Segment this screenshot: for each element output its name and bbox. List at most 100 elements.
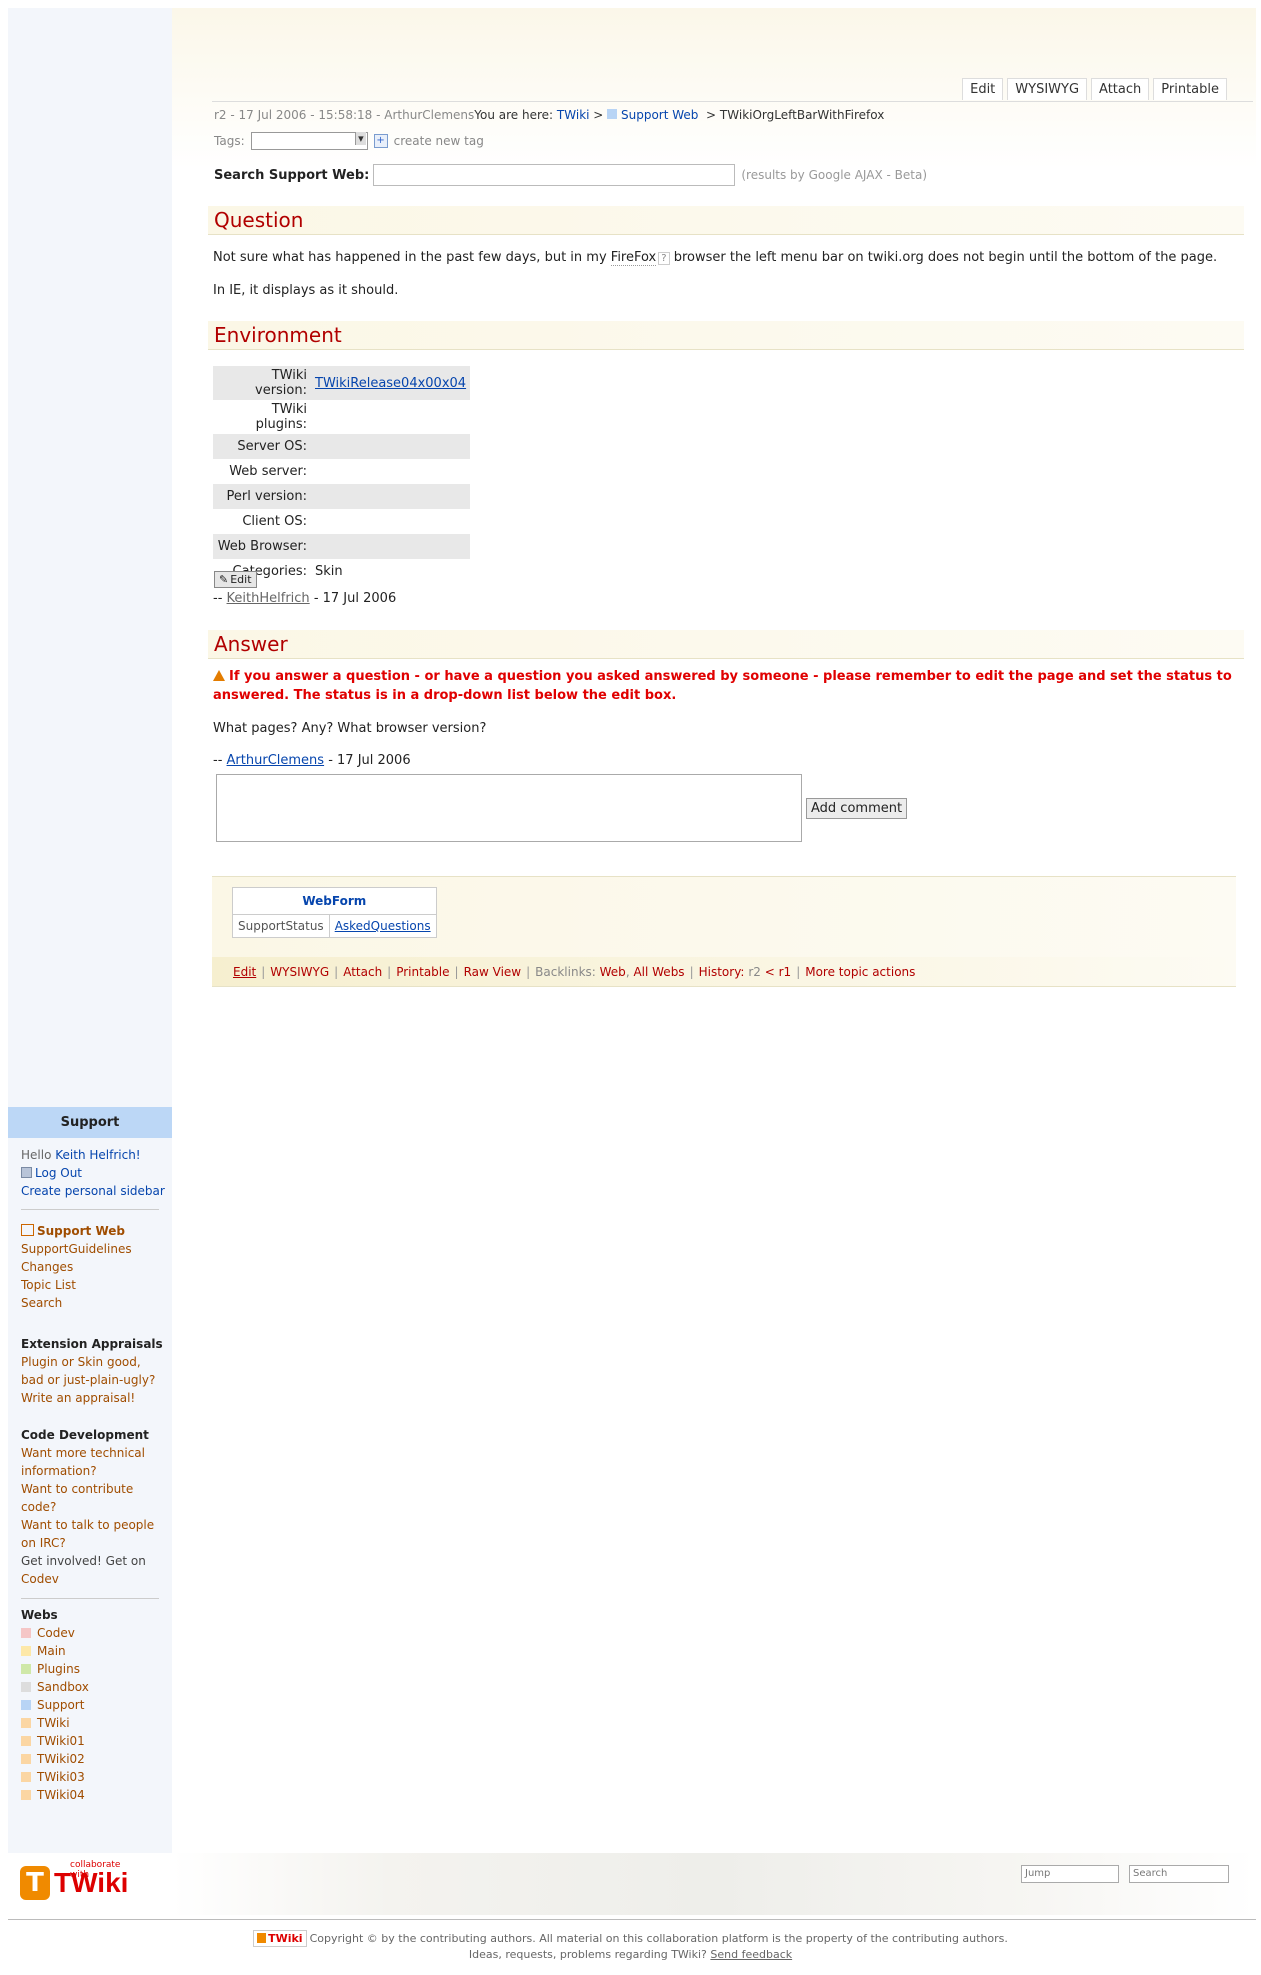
web-link[interactable]: Support bbox=[37, 1696, 84, 1714]
web-form-table: WebForm SupportStatus AskedQuestions bbox=[232, 887, 437, 938]
send-feedback-link[interactable]: Send feedback bbox=[710, 1948, 792, 1961]
table-row: Server OS: bbox=[213, 434, 471, 459]
backlinks-label: Backlinks: bbox=[535, 964, 596, 979]
support-web-link[interactable]: Support Web bbox=[37, 1224, 125, 1238]
web-link[interactable]: TWiki bbox=[37, 1714, 70, 1732]
twiki-logo[interactable]: collaborate with T TWiki bbox=[20, 1860, 128, 1900]
sig-date: - 17 Jul 2006 bbox=[328, 753, 411, 768]
edit-tab[interactable]: Edit bbox=[962, 78, 1004, 100]
code-dev-link[interactable]: Want to contribute bbox=[21, 1482, 133, 1496]
sidebar-web-item[interactable]: TWiki04 bbox=[21, 1786, 89, 1804]
search-input[interactable] bbox=[373, 164, 736, 186]
codev-link[interactable]: Codev bbox=[21, 1572, 59, 1586]
web-link[interactable]: Plugins bbox=[37, 1660, 80, 1678]
crumb-twiki[interactable]: TWiki bbox=[557, 108, 590, 122]
sidebar-header: Support bbox=[8, 1107, 172, 1138]
author-link[interactable]: KeithHelfrich bbox=[227, 591, 310, 606]
code-dev-link[interactable]: Want more technical bbox=[21, 1446, 145, 1460]
asked-questions-link[interactable]: AskedQuestions bbox=[335, 919, 431, 933]
sidebar-web-item[interactable]: TWiki02 bbox=[21, 1750, 89, 1768]
web-link[interactable]: TWiki02 bbox=[37, 1750, 85, 1768]
tags-select[interactable] bbox=[250, 132, 368, 150]
logo-tagline: collaborate with bbox=[70, 1860, 121, 1880]
write-appraisal-link[interactable]: Write an appraisal! bbox=[21, 1391, 135, 1405]
code-dev-link[interactable]: information? bbox=[21, 1464, 97, 1478]
answer-signature: -- ArthurClemens - 17 Jul 2006 bbox=[213, 753, 411, 768]
search-label: Search Support Web: bbox=[214, 167, 370, 183]
web-color-icon bbox=[21, 1772, 31, 1782]
history-link[interactable]: History: bbox=[699, 965, 745, 979]
bottom-printable-link[interactable]: Printable bbox=[396, 965, 449, 979]
revision-prev-link[interactable]: < bbox=[765, 965, 775, 979]
create-topic-link[interactable]: ? bbox=[658, 252, 670, 265]
form-field-value: AskedQuestions bbox=[328, 914, 437, 938]
web-form-title[interactable]: WebForm bbox=[232, 887, 437, 915]
attach-tab[interactable]: Attach bbox=[1091, 78, 1150, 100]
code-dev-link[interactable]: code? bbox=[21, 1500, 56, 1514]
home-icon bbox=[21, 1224, 34, 1236]
sidebar-extensions-block: Extension Appraisals Plugin or Skin good… bbox=[21, 1335, 163, 1407]
comment-textarea[interactable] bbox=[216, 774, 802, 842]
web-color-icon bbox=[21, 1700, 31, 1710]
table-row: TWiki plugins: bbox=[213, 400, 470, 434]
sidebar-web-item[interactable]: TWiki03 bbox=[21, 1768, 89, 1786]
env-value bbox=[311, 534, 471, 559]
bottom-edit-label: Edit bbox=[233, 964, 257, 979]
edit-form-button[interactable]: ✎ Edit bbox=[214, 571, 257, 588]
web-link[interactable]: TWiki01 bbox=[37, 1732, 85, 1750]
backlinks-all-webs-link[interactable]: All Webs bbox=[633, 965, 684, 979]
extensions-link[interactable]: bad or just-plain-ugly? bbox=[21, 1373, 155, 1387]
backlinks-web-link[interactable]: Web bbox=[600, 965, 626, 979]
add-tag-icon[interactable]: + bbox=[373, 134, 388, 148]
table-row: Perl version: bbox=[213, 484, 471, 509]
revision-info: r2 - 17 Jul 2006 - 15:58:18 - ArthurClem… bbox=[214, 108, 475, 122]
answer-section: Answer bbox=[208, 630, 1244, 659]
sidebar-item-topic-list[interactable]: Topic List bbox=[21, 1278, 76, 1292]
jump-input[interactable]: Jump bbox=[1021, 1865, 1119, 1883]
personal-sidebar-link[interactable]: Create personal sidebar bbox=[21, 1184, 165, 1198]
topic-action-tabs: Edit WYSIWYG Attach Printable bbox=[962, 78, 1227, 100]
current-topic: TWikiOrgLeftBarWithFirefox bbox=[719, 108, 885, 122]
sidebar-web-item[interactable]: Main bbox=[21, 1642, 89, 1660]
code-dev-link[interactable]: on IRC? bbox=[21, 1536, 66, 1550]
bottom-attach-link[interactable]: Attach bbox=[343, 965, 382, 979]
printable-tab[interactable]: Printable bbox=[1153, 78, 1227, 100]
sidebar-web-item[interactable]: Sandbox bbox=[21, 1678, 89, 1696]
user-link[interactable]: Keith Helfrich! bbox=[55, 1148, 140, 1162]
bottom-action-bar: Edit | WYSIWYG | Attach | Printable | Raw Vi… bbox=[212, 957, 1236, 987]
sidebar-item-search[interactable]: Search bbox=[21, 1296, 62, 1310]
sidebar-item-changes[interactable]: Changes bbox=[21, 1260, 73, 1274]
footer-band bbox=[172, 1853, 1256, 1915]
web-link[interactable]: Sandbox bbox=[37, 1678, 89, 1696]
more-topic-actions-link[interactable]: More topic actions bbox=[805, 965, 915, 979]
sidebar-web-item[interactable]: Support bbox=[21, 1696, 89, 1714]
bottom-raw-view-link[interactable]: Raw View bbox=[464, 965, 522, 979]
crumb-support-web[interactable]: Support Web bbox=[621, 108, 698, 122]
firefox-link[interactable]: FireFox bbox=[610, 250, 657, 266]
extensions-link[interactable]: Plugin or Skin good, bbox=[21, 1355, 141, 1369]
bottom-wysiwyg-link[interactable]: WYSIWYG bbox=[270, 965, 329, 979]
create-tag-link[interactable]: create new tag bbox=[394, 134, 484, 148]
code-dev-link[interactable]: Want to talk to people bbox=[21, 1518, 154, 1532]
sidebar-web-item[interactable]: Codev bbox=[21, 1624, 89, 1642]
sidebar-item-supportguidelines[interactable]: SupportGuidelines bbox=[21, 1242, 132, 1256]
wysiwyg-tab[interactable]: WYSIWYG bbox=[1007, 78, 1088, 100]
web-color-icon bbox=[21, 1718, 31, 1728]
web-link[interactable]: Codev bbox=[37, 1624, 75, 1642]
table-row: Web server: bbox=[213, 459, 470, 484]
quick-search-input[interactable]: Search bbox=[1129, 1865, 1229, 1883]
env-key: Perl version: bbox=[213, 484, 311, 509]
bottom-edit-link[interactable]: Edit bbox=[233, 965, 256, 979]
env-value bbox=[311, 459, 470, 484]
sidebar-web-item[interactable]: TWiki bbox=[21, 1714, 89, 1732]
author-link[interactable]: ArthurClemens bbox=[227, 753, 325, 768]
sidebar-web-item[interactable]: TWiki01 bbox=[21, 1732, 89, 1750]
sidebar-web-item[interactable]: Plugins bbox=[21, 1660, 89, 1678]
logout-link[interactable]: Log Out bbox=[35, 1166, 82, 1180]
twiki-release-link[interactable]: TWikiRelease04x00x04 bbox=[315, 376, 466, 391]
web-link[interactable]: TWiki04 bbox=[37, 1786, 85, 1804]
web-link[interactable]: Main bbox=[37, 1642, 66, 1660]
add-comment-button[interactable]: Add comment bbox=[806, 798, 908, 819]
revision-r1-link[interactable]: r1 bbox=[779, 965, 792, 979]
web-link[interactable]: TWiki03 bbox=[37, 1768, 85, 1786]
